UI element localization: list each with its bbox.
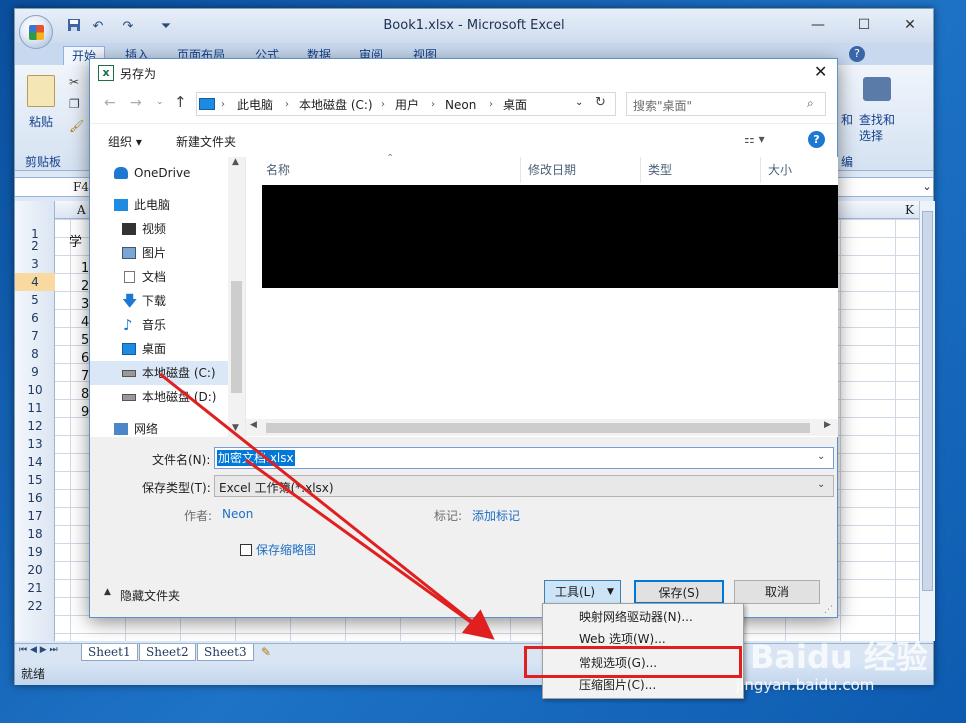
office-logo-icon [29,25,44,40]
arrow-line [159,372,495,640]
annotation-arrows [159,372,495,640]
watermark-url: jingyan.baidu.com [736,676,875,694]
watermark-brand: Baidu 经验 [750,638,928,676]
arrow-line [245,458,491,638]
baidu-watermark: Baidu 经验 jingyan.baidu.com [736,630,960,700]
office-button[interactable] [19,15,53,49]
